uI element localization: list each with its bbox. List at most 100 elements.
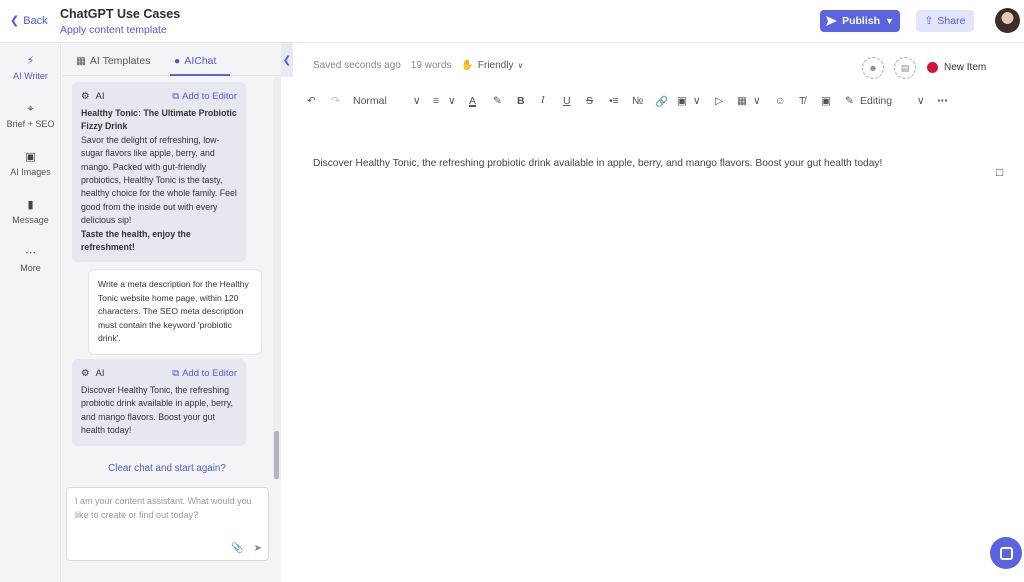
bolt-icon: ⚡ [26,55,35,67]
robot-icon: ⚙ [81,91,90,103]
add-to-editor-label: Add to Editor [182,91,237,103]
image-icon[interactable]: ▣ [677,95,687,107]
tone-selector[interactable]: ✋ Friendly ∨ [461,60,523,71]
nav-item-more[interactable]: ⋯ More [0,247,61,273]
robot-icon: ⚙ [81,368,90,380]
chevron-down-icon[interactable]: ∨ [413,95,421,107]
ai-message: ⚙ AI ⧉ Add to Editor Discover Healthy To… [72,359,246,446]
add-collaborator-icon[interactable]: ☻ [862,57,884,79]
message-body: Write a meta description for the Healthy… [98,279,249,343]
emoji-icon[interactable]: ☺ [775,95,786,107]
bullet-list-icon[interactable]: •≡ [609,95,619,107]
block-style-select[interactable]: Normal [353,95,387,107]
clear-format-icon[interactable]: T̸ [799,95,805,107]
chat-bubble-icon [999,546,1013,560]
active-tab-indicator [170,74,230,76]
publish-label: Publish [842,15,880,27]
underline-icon[interactable]: U [563,95,571,107]
back-label: Back [23,14,48,27]
editor-toolbar: ↶ ↷ Normal ∨ ≡ ∨ A ✎ B I U S •≡ № 🔗 ▣ ∨ … [305,93,955,111]
tab-label: AIChat [184,55,217,67]
clear-chat-link[interactable]: Clear chat and start again? [62,463,272,474]
chat-input[interactable]: I am your content assistant. What would … [66,487,269,561]
link-icon[interactable]: 🔗 [655,95,668,108]
undo-icon[interactable]: ↶ [307,95,316,107]
editor-content[interactable]: Discover Healthy Tonic, the refreshing p… [313,158,882,169]
chat-icon: ● [174,55,181,67]
editing-mode-select[interactable]: Editing [860,95,892,107]
table-icon[interactable]: ▦ [737,95,747,107]
image-icon: ▣ [25,151,36,163]
message-body: Discover Healthy Tonic, the refreshing p… [81,385,233,436]
chevron-down-icon[interactable]: ∨ [448,95,456,107]
tab-ai-templates[interactable]: ▦ AI Templates [76,55,150,67]
chevron-down-icon[interactable]: ∨ [917,95,925,107]
message-heading: Healthy Tonic: The Ultimate Probiotic Fi… [81,108,237,132]
chevron-down-icon[interactable]: ∨ [753,95,761,107]
chevron-left-icon: ❮ [282,54,292,66]
help-chat-button[interactable] [990,537,1022,569]
save-status: Saved seconds ago [313,60,401,71]
tone-label: Friendly [477,60,514,71]
left-nav: ⚡ AI Writer ⌖ Brief + SEO ▣ AI Images ▮ … [0,43,61,582]
italic-icon[interactable]: I [541,95,545,106]
video-icon[interactable]: ▷ [715,95,723,107]
text-color-icon[interactable]: A [469,95,476,107]
highlight-icon[interactable]: ✎ [493,95,502,107]
chevron-down-icon[interactable]: ∨ [693,95,701,107]
nav-label: AI Images [10,167,51,177]
word-count: 19 words [410,60,452,71]
new-item-label: New Item [944,62,987,73]
add-document-icon: ⧉ [172,368,180,380]
chevron-down-icon: ▼ [885,16,894,26]
nav-item-brief-seo[interactable]: ⌖ Brief + SEO [0,103,61,129]
share-button[interactable]: ⇧ Share [916,10,974,32]
comment-icon[interactable]: ▣ [821,95,831,107]
pencil-icon[interactable]: ✎ [845,95,854,107]
publish-button[interactable]: Publish ▼ [820,10,900,32]
add-comment-icon[interactable]: □ [996,165,1003,179]
panel-tabs: ▦ AI Templates ● AIChat [62,43,281,76]
add-document-icon: ⧉ [172,91,180,103]
share-label: Share [937,15,966,27]
avatar[interactable] [995,8,1020,33]
scrollbar-thumb[interactable] [274,431,279,479]
nav-item-message[interactable]: ▮ Message [0,199,61,225]
more-icon: ⋯ [25,247,36,259]
attach-icon[interactable]: 📎 [231,542,243,556]
numbered-list-icon[interactable]: № [632,95,643,107]
chat-input-placeholder: I am your content assistant. What would … [75,496,252,520]
back-button[interactable]: ❮ Back [10,14,48,28]
nav-label: AI Writer [13,71,48,81]
chat-scrollbar[interactable] [273,77,281,479]
nav-label: Message [12,215,49,225]
apply-template-link[interactable]: Apply content template [60,24,167,36]
nav-item-ai-writer[interactable]: ⚡ AI Writer [0,55,61,81]
assign-icon[interactable]: ▤ [894,57,916,79]
user-message: Write a meta description for the Healthy… [88,269,262,355]
nav-label: Brief + SEO [6,119,55,129]
chevron-left-icon: ❮ [10,15,20,27]
ai-chat-panel: ▦ AI Templates ● AIChat ⚙ AI ⧉ Add to Ed… [62,43,281,582]
redo-icon[interactable]: ↷ [331,95,340,107]
message-role: AI [95,91,105,103]
add-to-editor-button[interactable]: ⧉ Add to Editor [172,90,237,103]
tab-aichat[interactable]: ● AIChat [174,55,216,67]
message-role: AI [95,368,105,380]
send-icon[interactable]: ➤ [254,542,262,556]
add-to-editor-button[interactable]: ⧉ Add to Editor [172,367,237,380]
new-item-status[interactable]: New Item [927,62,986,73]
message-body: Savor the delight of refreshing, low-sug… [81,134,237,226]
collapse-panel-button[interactable]: ❮ [281,43,293,77]
more-options-icon[interactable]: ⋯ [937,95,948,107]
chevron-down-icon: ∨ [517,61,524,70]
status-dot [927,62,938,73]
bold-icon[interactable]: B [517,95,525,107]
message-icon: ▮ [27,199,34,211]
top-bar: ❮ Back ChatGPT Use Cases Apply content t… [0,0,1024,43]
align-icon[interactable]: ≡ [433,95,439,107]
document-title[interactable]: ChatGPT Use Cases [60,7,180,21]
nav-item-ai-images[interactable]: ▣ AI Images [0,151,61,177]
strikethrough-icon[interactable]: S [586,95,593,107]
hand-icon: ✋ [461,60,474,71]
